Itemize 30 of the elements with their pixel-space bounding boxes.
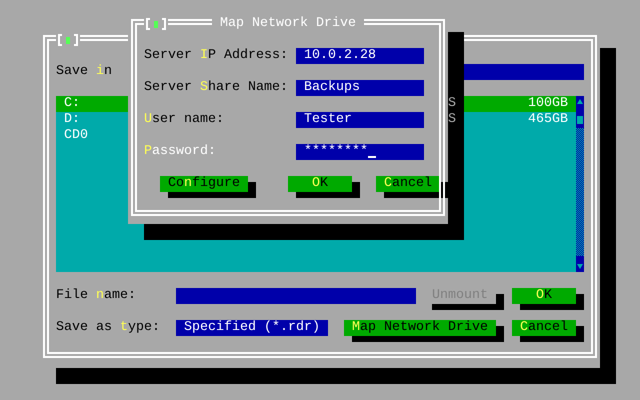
ip-address-field[interactable]: 10.0.2.28 [296, 48, 424, 64]
password-field[interactable]: ******** [296, 144, 424, 160]
ok-button[interactable]: OK [512, 288, 576, 304]
dialog-title: Map Network Drive [212, 16, 364, 32]
drive-size: 100GB [528, 96, 568, 112]
scroll-up-icon[interactable] [576, 96, 584, 112]
column-text: S [448, 112, 456, 128]
field-label: Password: [144, 144, 217, 160]
scroll-thumb[interactable] [576, 112, 584, 128]
drive-name: CD0 [64, 128, 88, 144]
cancel-button[interactable]: Cancel [376, 176, 440, 192]
field-label: Server IP Address: [144, 48, 289, 64]
file-name-field[interactable] [176, 288, 416, 304]
field-label: Save as type: [56, 320, 161, 336]
field-label: File name: [56, 288, 137, 304]
map-drive-button[interactable]: Map Network Drive [344, 320, 496, 336]
ok-button[interactable]: OK [288, 176, 352, 192]
scrollbar[interactable] [576, 96, 584, 272]
share-name-field[interactable]: Backups [296, 80, 424, 96]
file-type-dropdown[interactable]: Specified (*.rdr) [176, 320, 328, 336]
cancel-button[interactable]: Cancel [512, 320, 576, 336]
drive-size: 465GB [528, 112, 568, 128]
field-label: Server Share Name: [144, 80, 289, 96]
username-field[interactable]: Tester [296, 112, 424, 128]
drive-name: C: [64, 96, 80, 112]
field-label: User name: [144, 112, 225, 128]
configure-button[interactable]: Configure [160, 176, 248, 192]
column-text: S [448, 96, 456, 112]
field-label: Save in [56, 64, 113, 80]
scroll-down-icon[interactable] [576, 256, 584, 272]
